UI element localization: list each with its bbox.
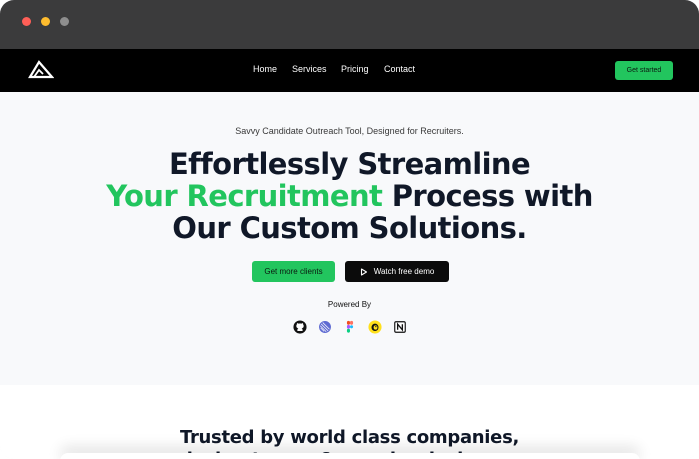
minimize-window-button[interactable] — [41, 17, 50, 26]
get-more-clients-button[interactable]: Get more clients — [252, 261, 335, 282]
figma-icon — [346, 320, 354, 333]
trusted-heading-line-1: Trusted by world class companies, — [179, 427, 520, 448]
github-icon — [293, 320, 307, 334]
headline-line-1: Effortlessly Streamline — [168, 147, 531, 181]
linear-icon — [319, 321, 331, 333]
get-started-button[interactable]: Get started — [615, 61, 673, 80]
headline-line-3: Our Custom Solutions. — [172, 211, 527, 245]
browser-window: Home Services Pricing Contact Get starte… — [0, 0, 699, 459]
hero-section: Savvy Candidate Outreach Tool, Designed … — [0, 92, 699, 385]
close-window-button[interactable] — [22, 17, 31, 26]
play-icon — [360, 267, 367, 276]
powered-by-label: Powered By — [327, 300, 372, 309]
watch-demo-label: Watch free demo — [373, 267, 435, 276]
nav-link-home[interactable]: Home — [253, 64, 277, 74]
maximize-window-button[interactable] — [60, 17, 69, 26]
nav-links: Home Services Pricing Contact — [0, 49, 699, 92]
headline-accent: Your Recruitment — [106, 179, 383, 213]
window-titlebar — [0, 0, 699, 49]
mailchimp-icon — [368, 320, 382, 334]
headline-line-2: Your Recruitment Process with — [0, 180, 699, 212]
notion-icon — [394, 321, 406, 333]
headline-line-2-rest: Process with — [382, 179, 594, 213]
logo-strip-card — [60, 453, 640, 459]
hero-headline: Effortlessly Streamline Your Recruitment… — [0, 148, 699, 244]
hero-tagline: Savvy Candidate Outreach Tool, Designed … — [235, 126, 464, 136]
trusted-section: Trusted by world class companies, design… — [0, 385, 699, 459]
top-navbar: Home Services Pricing Contact Get starte… — [0, 49, 699, 92]
nav-link-pricing[interactable]: Pricing — [341, 64, 369, 74]
nav-link-services[interactable]: Services — [292, 64, 327, 74]
watch-demo-button[interactable]: Watch free demo — [345, 261, 449, 282]
nav-link-contact[interactable]: Contact — [384, 64, 415, 74]
